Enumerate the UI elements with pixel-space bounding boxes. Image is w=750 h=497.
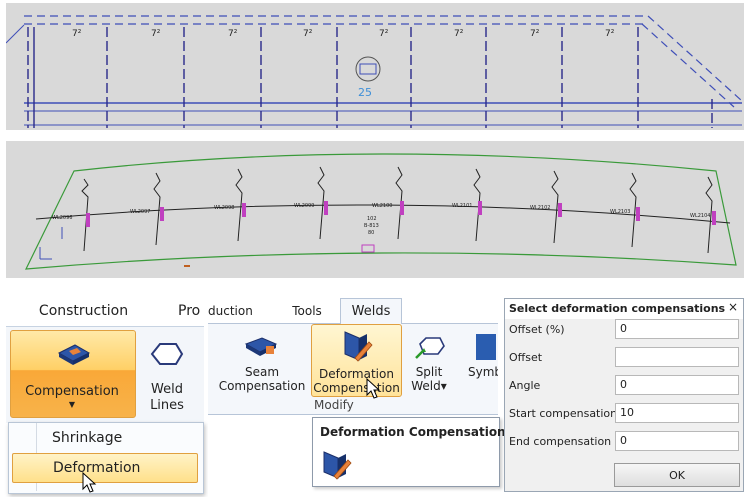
split-label-1: Split (415, 365, 443, 379)
tooltip-title: Deformation Compensation (320, 425, 506, 439)
offset-percent-label: Offset (%) (509, 323, 565, 336)
weld-line-label: WL2102 (530, 205, 550, 211)
start-compensation-label: Start compensation (509, 407, 618, 420)
weld-lines-label-1: Weld (151, 382, 183, 397)
weld-line-label: WL2103 (610, 209, 630, 215)
mouse-cursor-icon (82, 472, 97, 493)
start-compensation-field[interactable]: 10 (615, 403, 739, 423)
weld-lines-icon[interactable] (146, 336, 186, 372)
weld-marker: 7² (454, 29, 464, 39)
modify-group-label: Modify (314, 398, 354, 412)
weld-marker: 7² (605, 29, 615, 39)
cad-curved-drawing: WL2096 WL2097 WL2098 WL2099 WL2100 WL210… (24, 153, 737, 270)
weld-marker: 7² (530, 29, 540, 39)
offset-field[interactable] (615, 347, 739, 367)
weld-marker: 7² (228, 29, 238, 39)
cad-stiffeners (27, 27, 713, 128)
end-compensation-label: End compensation (509, 435, 612, 448)
weld-line-label: WL2096 (52, 215, 72, 221)
deform-label-2: Compensation (313, 381, 400, 395)
offset-percent-field[interactable]: 0 (615, 319, 739, 339)
seam-compensation-icon[interactable] (244, 334, 278, 362)
angle-label: Angle (509, 379, 541, 392)
weld-line-label: WL2097 (130, 209, 150, 215)
weld-marker: 7² (72, 29, 82, 39)
end-compensation-field[interactable]: 0 (615, 431, 739, 451)
deform-label-1: Deformation (319, 367, 394, 381)
dialog-title: Select deformation compensations (509, 302, 726, 315)
cad-plan-view[interactable]: 7² 7² 7² 7² 7² 7² 7² 7² 25 (5, 3, 744, 130)
weld-line-label: WL2104 (690, 213, 710, 219)
seam-compensation-button[interactable]: Seam Compensation (214, 365, 310, 393)
weld-line-label: WL2100 (372, 203, 392, 209)
weld-marker: 7² (151, 29, 161, 39)
symbol-icon[interactable] (476, 334, 496, 360)
menu-item-deformation[interactable]: Deformation (12, 453, 198, 483)
compensation-label: Compensation (25, 384, 119, 399)
split-weld-button[interactable]: Split Weld▾ (404, 365, 454, 393)
seam-label-1: Seam (244, 365, 280, 379)
deformation-compensation-icon (344, 331, 373, 362)
compensation-plate-icon (57, 344, 91, 365)
section-marker: 25 (358, 86, 372, 99)
angle-field[interactable]: 0 (615, 375, 739, 395)
weld-lines-button[interactable]: Weld Lines (136, 382, 198, 414)
seam-label-2: Compensation (218, 379, 306, 393)
mouse-cursor-icon (366, 378, 381, 399)
ok-button[interactable]: OK (614, 463, 740, 487)
center-text: 80 (368, 230, 374, 236)
close-icon[interactable]: × (728, 300, 738, 314)
split-label-2: Weld▾ (411, 379, 447, 393)
tab-construction[interactable]: Construction (6, 296, 161, 326)
cad-plan-drawing: 7² 7² 7² 7² 7² 7² 7² 7² 25 (5, 15, 743, 128)
center-text: 102 (367, 216, 377, 222)
weld-marker: 7² (303, 29, 313, 39)
split-weld-icon[interactable] (412, 334, 446, 362)
weld-line-label: WL2101 (452, 203, 472, 209)
tab-production[interactable]: duction (208, 300, 274, 322)
weld-marker: 7² (379, 29, 389, 39)
menu-item-shrinkage[interactable]: Shrinkage (42, 425, 192, 451)
deformation-compensation-label: Deformation Compensation (311, 367, 402, 395)
tab-production-partial[interactable]: Pro (178, 296, 204, 326)
offset-label: Offset (509, 351, 543, 364)
tab-welds[interactable]: Welds (340, 298, 402, 324)
symbol-button-label[interactable]: Symb (468, 365, 498, 379)
tab-tools[interactable]: Tools (282, 300, 332, 322)
weld-lines-label-2: Lines (150, 398, 184, 413)
chevron-down-icon: ▼ (68, 400, 76, 409)
deformation-compensation-icon (323, 451, 352, 480)
cad-curved-panel-view[interactable]: WL2096 WL2097 WL2098 WL2099 WL2100 WL210… (6, 141, 744, 278)
weld-line-label: WL2098 (214, 205, 234, 211)
center-text: B-813 (364, 223, 379, 229)
weld-line-label: WL2099 (294, 203, 314, 209)
